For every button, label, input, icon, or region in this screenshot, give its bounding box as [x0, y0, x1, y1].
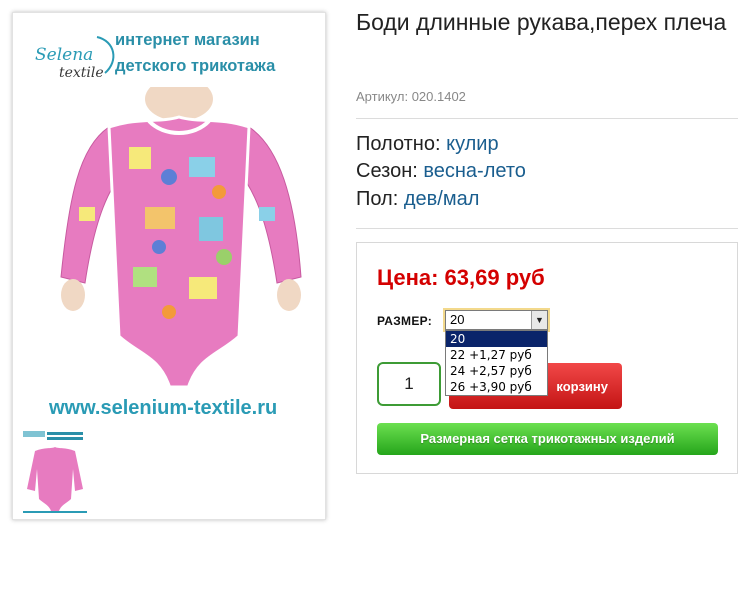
size-option[interactable]: 26 +3,90 руб	[446, 379, 547, 395]
size-option[interactable]: 22 +1,27 руб	[446, 347, 547, 363]
product-sku: Артикул: 020.1402	[356, 89, 466, 104]
divider	[356, 118, 738, 119]
product-price: Цена: 63,69 руб	[377, 265, 545, 290]
attribute-value[interactable]: весна-лето	[423, 160, 526, 182]
attribute-label: Полотно:	[356, 133, 441, 155]
site-url-caption: www.selenium-textile.ru	[49, 397, 278, 419]
add-to-cart-label: корзину	[556, 378, 608, 394]
size-select-value: 20	[450, 312, 465, 327]
shop-slogan-line1: интернет магазин	[115, 31, 260, 49]
bodysuit-illustration	[60, 87, 302, 387]
size-chart-button[interactable]: Размерная сетка трикотажных изделий	[377, 423, 718, 455]
thumbnail-image	[23, 431, 87, 513]
size-dropdown-list[interactable]: 20 22 +1,27 руб 24 +2,57 руб 26 +3,90 ру…	[445, 330, 548, 396]
quantity-input[interactable]: 1	[377, 362, 441, 406]
main-product-image[interactable]: Selena textile интернет магазин детского…	[19, 19, 319, 423]
attribute-label: Сезон:	[356, 160, 418, 182]
product-title: Боди длинные рукава,перех плеча	[356, 9, 727, 35]
size-label: РАЗМЕР:	[377, 314, 433, 328]
logo-brand-text: Selena	[35, 45, 94, 65]
product-image-card: Selena textile интернет магазин детского…	[12, 12, 326, 520]
buy-box: Цена: 63,69 руб РАЗМЕР: 20 ▼ 20 22 +1,27…	[356, 242, 738, 474]
dropdown-arrow-icon[interactable]: ▼	[531, 311, 547, 329]
attribute-label: Пол:	[356, 188, 399, 210]
attribute-fabric: Полотно: кулир	[356, 133, 499, 156]
size-option[interactable]: 24 +2,57 руб	[446, 363, 547, 379]
divider	[356, 228, 738, 229]
attribute-value[interactable]: дев/мал	[404, 188, 480, 210]
shop-slogan-line2: детского трикотажа	[115, 57, 276, 75]
size-select[interactable]: 20 ▼	[445, 310, 548, 330]
attribute-season: Сезон: весна-лето	[356, 160, 526, 183]
logo-sub-text: textile	[59, 65, 104, 81]
product-thumbnail[interactable]	[21, 429, 89, 515]
attribute-gender: Пол: дев/мал	[356, 188, 479, 211]
size-option[interactable]: 20	[446, 331, 547, 347]
brand-logo: Selena textile	[27, 31, 119, 83]
attribute-value[interactable]: кулир	[446, 133, 499, 155]
